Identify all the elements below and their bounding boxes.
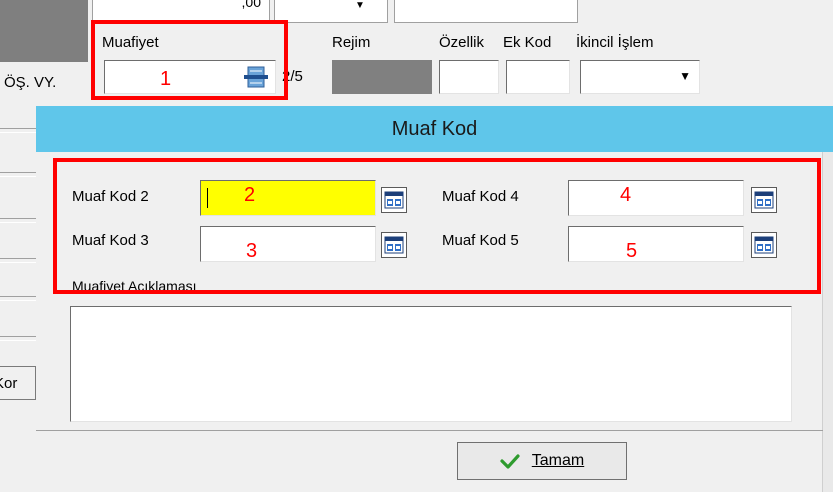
ozellik-field[interactable] <box>439 60 499 94</box>
amount-value: ,00 <box>241 0 261 10</box>
ikincil-islem-select[interactable]: ▼ <box>580 60 700 94</box>
top-right-field[interactable] <box>394 0 578 23</box>
calendar-icon[interactable] <box>751 232 777 258</box>
dialog-title: Muaf Kod <box>36 106 833 152</box>
muaf-kod-2-field[interactable] <box>200 180 376 216</box>
ozellik-label: Özellik <box>439 34 485 51</box>
muaf-kod-5-label: Muaf Kod 5 <box>442 232 519 249</box>
footer-divider <box>36 430 823 431</box>
muaf-kod-3-field[interactable] <box>200 226 376 262</box>
divider <box>0 128 36 133</box>
muaf-kod-3-label: Muaf Kod 3 <box>72 232 149 249</box>
calendar-icon[interactable] <box>381 232 407 258</box>
muaf-kod-4-field[interactable] <box>568 180 744 216</box>
divider <box>0 258 36 263</box>
muaf-kod-4-label: Muaf Kod 4 <box>442 188 519 205</box>
annotation-number-5: 5 <box>626 240 638 262</box>
chevron-down-icon: ▼ <box>355 0 365 11</box>
divider <box>0 336 36 341</box>
calendar-icon[interactable] <box>751 187 777 213</box>
text-caret <box>207 188 208 208</box>
background-left-column: Kor <box>0 108 36 492</box>
divider <box>0 172 36 177</box>
chevron-down-icon: ▼ <box>679 69 691 83</box>
divider <box>0 296 36 301</box>
amount-field[interactable]: ,00 <box>92 0 270 23</box>
annotation-number-3: 3 <box>246 240 258 262</box>
muafiyet-label: Muafiyet <box>102 34 159 51</box>
muafiyet-aciklamasi-label: Muafiyet Açıklaması <box>72 278 197 294</box>
left-button-label: Kor <box>0 375 18 392</box>
rejim-label: Rejim <box>332 34 371 51</box>
dialog-right-edge <box>822 152 833 492</box>
muaf-kod-dialog: Muaf Kod Muaf Kod 2 2 Muaf Kod 4 4 Muaf … <box>36 106 833 492</box>
annotation-number-4: 4 <box>620 184 632 206</box>
page-indicator: 2/5 <box>282 68 303 85</box>
calendar-icon[interactable] <box>381 187 407 213</box>
tamam-button-label: Tamam <box>531 452 585 469</box>
ek-kod-label: Ek Kod <box>503 34 552 51</box>
annotation-number-2: 2 <box>244 184 256 206</box>
left-field-label: ÖŞ. VY. <box>4 74 57 91</box>
muaf-kod-5-field[interactable] <box>568 226 744 262</box>
ikincil-islem-label: İkincil İşlem <box>576 34 654 51</box>
left-button-fragment[interactable]: Kor <box>0 366 36 400</box>
lookup-icon[interactable] <box>243 64 269 90</box>
top-select[interactable]: ▼ <box>274 0 388 23</box>
muaf-kod-2-label: Muaf Kod 2 <box>72 188 149 205</box>
ek-kod-field[interactable] <box>506 60 570 94</box>
check-icon <box>500 454 520 469</box>
background-form-header: ,00 ▼ Muafiyet Rejim Özellik Ek Kod İkin… <box>0 0 833 108</box>
divider <box>0 218 36 223</box>
muafiyet-aciklamasi-field[interactable] <box>70 306 792 422</box>
annotation-number-1: 1 <box>160 68 172 90</box>
rejim-field <box>332 60 432 94</box>
gray-panel <box>0 0 88 62</box>
tamam-button[interactable]: Tamam <box>457 442 627 480</box>
